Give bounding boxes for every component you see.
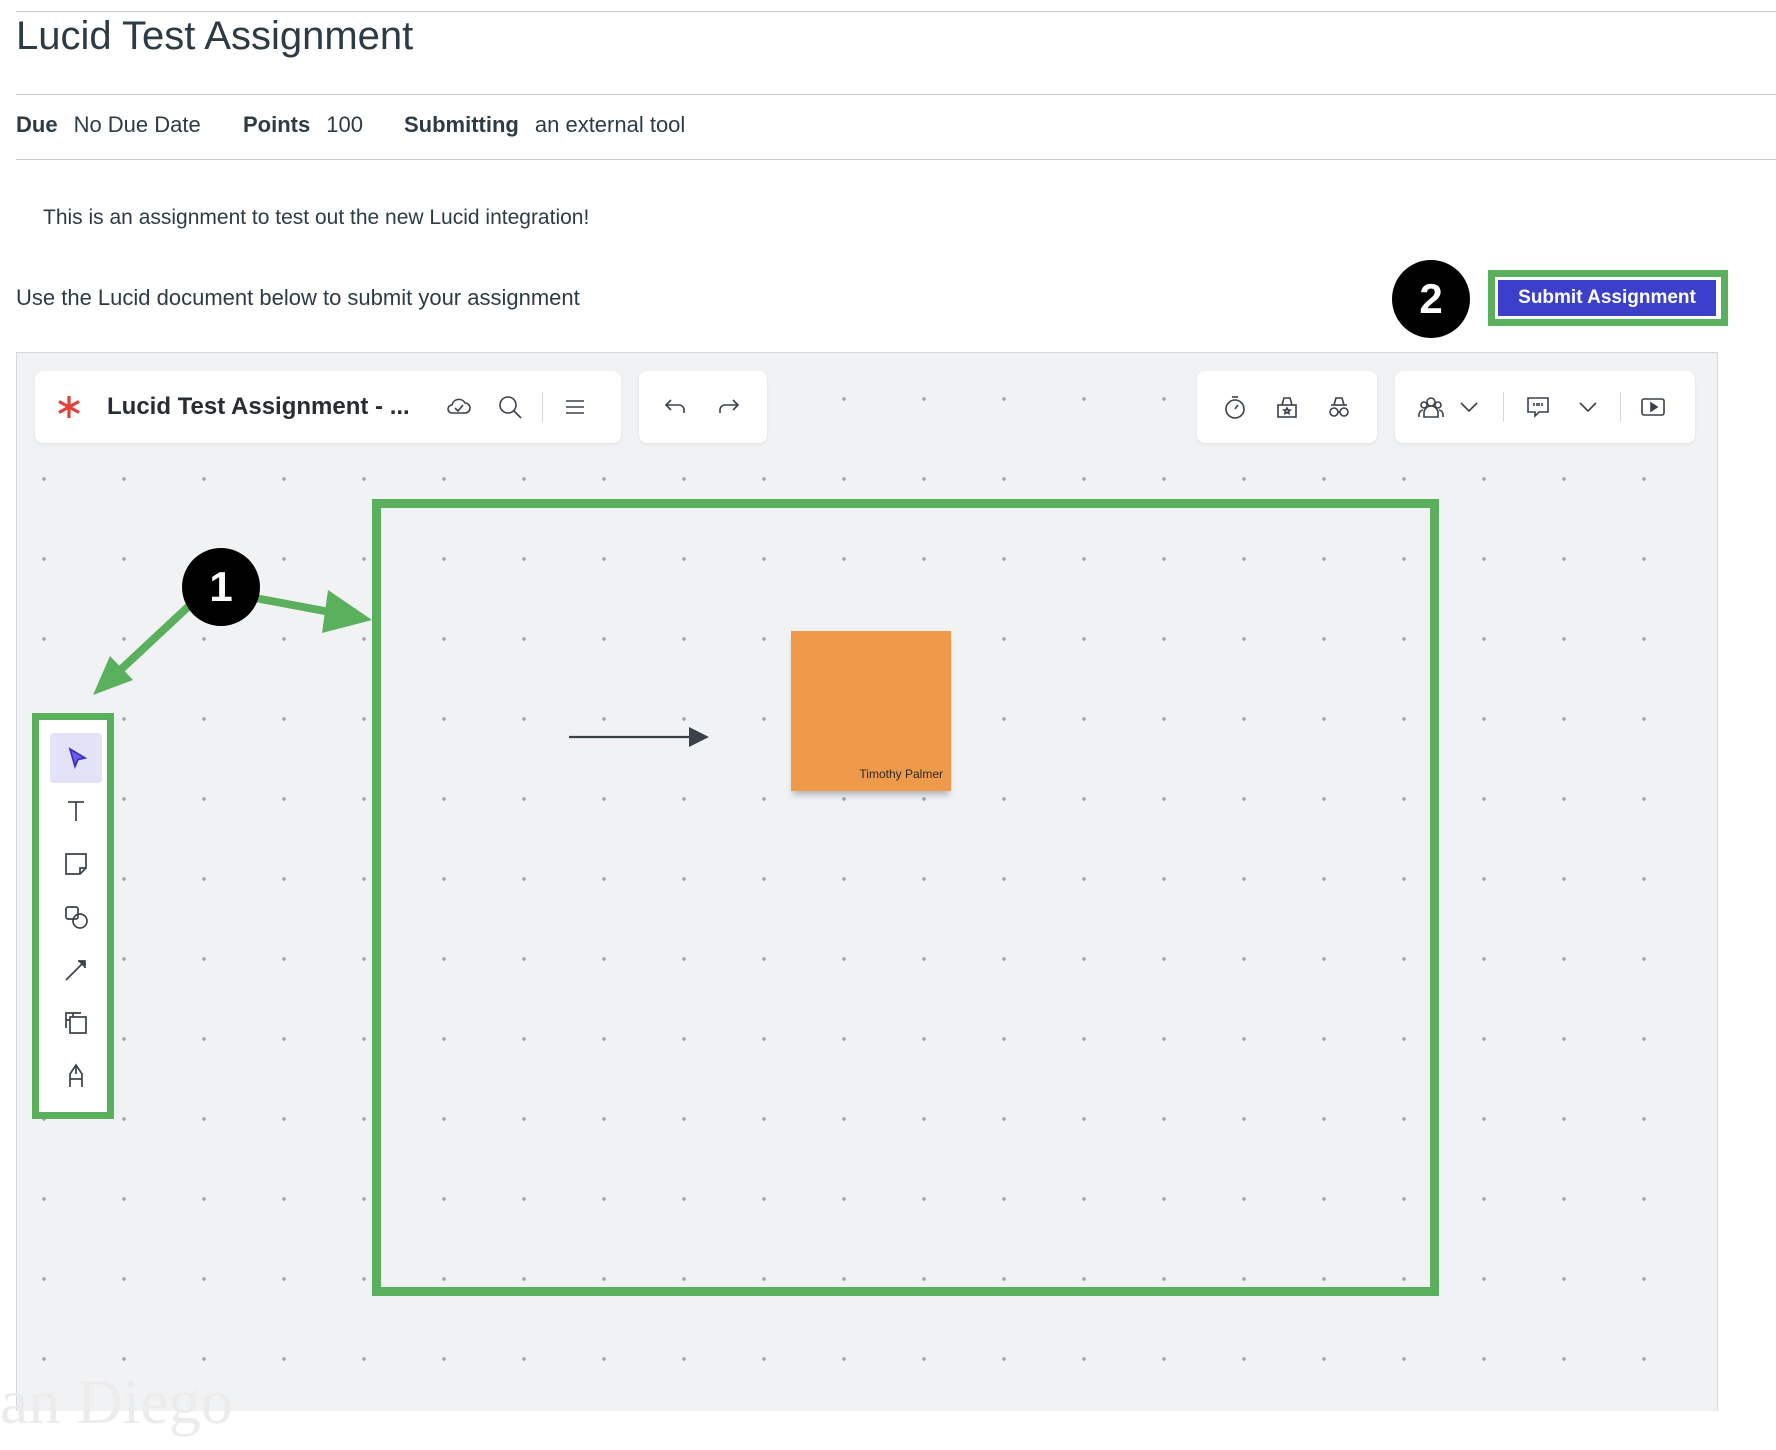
annotation-badge-1: 1: [182, 548, 260, 626]
page-title: Lucid Test Assignment: [16, 14, 414, 58]
search-icon[interactable]: [492, 389, 528, 425]
voting-icon[interactable]: [1269, 389, 1305, 425]
collaborators-icon[interactable]: [1413, 389, 1449, 425]
redo-icon[interactable]: [711, 389, 747, 425]
top-divider: [16, 11, 1776, 12]
shapes-tool-icon: [65, 906, 88, 929]
watermark-text: an Diego: [0, 1366, 233, 1437]
panel-separator: [541, 392, 543, 422]
submitting-info: Submitting an external tool: [404, 112, 685, 138]
menu-icon[interactable]: [557, 389, 593, 425]
undo-icon[interactable]: [657, 389, 693, 425]
due-info: Due No Due Date: [16, 112, 201, 138]
due-label: Due: [16, 112, 58, 137]
sticky-note-tool[interactable]: [50, 839, 102, 889]
assignment-description: This is an assignment to test out the ne…: [43, 206, 590, 229]
timer-icon[interactable]: [1217, 389, 1253, 425]
frame-tool[interactable]: [50, 998, 102, 1048]
text-tool[interactable]: [50, 786, 102, 836]
due-value: No Due Date: [73, 112, 201, 137]
present-icon[interactable]: [1635, 389, 1671, 425]
meta-divider: [16, 159, 1776, 160]
lucid-logo-icon: [51, 389, 87, 425]
panel-separator: [1503, 392, 1504, 422]
panel-separator: [1620, 392, 1621, 422]
submitting-value: an external tool: [534, 112, 686, 137]
submitting-label: Submitting: [404, 112, 519, 137]
canvas-highlight-box: [372, 499, 1439, 1296]
frame-tool-icon: [65, 1012, 87, 1034]
select-tool[interactable]: [50, 733, 102, 783]
annotation-badge-2: 2: [1392, 260, 1470, 338]
sticky-note-tool-icon: [65, 853, 87, 875]
cloud-saved-icon[interactable]: [440, 389, 476, 425]
text-tool-icon: [68, 801, 84, 821]
points-value: 100: [326, 112, 363, 137]
collaboration-tools-panel: [1197, 371, 1377, 443]
chevron-down-icon[interactable]: [1451, 389, 1487, 425]
title-divider: [16, 94, 1776, 95]
toolbar-highlight-box: [32, 713, 114, 1119]
shapes-tool[interactable]: [50, 892, 102, 942]
comments-icon[interactable]: [1520, 389, 1556, 425]
line-tool[interactable]: [50, 945, 102, 995]
assignment-instructions: Use the Lucid document below to submit y…: [16, 285, 580, 310]
submit-assignment-button[interactable]: Submit Assignment: [1498, 280, 1716, 316]
pen-tool-icon: [69, 1063, 83, 1087]
points-info: Points 100: [243, 112, 363, 138]
line-tool-icon: [65, 960, 86, 981]
select-tool-icon: [68, 747, 88, 770]
document-title[interactable]: Lucid Test Assignment - ...: [107, 393, 410, 421]
points-label: Points: [243, 112, 311, 137]
document-title-panel: Lucid Test Assignment - ...: [35, 371, 621, 443]
sharing-panel: [1395, 371, 1695, 443]
pen-tool[interactable]: [50, 1051, 102, 1101]
private-mode-icon[interactable]: [1321, 389, 1357, 425]
undo-redo-panel: [639, 371, 767, 443]
chevron-down-icon[interactable]: [1570, 389, 1606, 425]
